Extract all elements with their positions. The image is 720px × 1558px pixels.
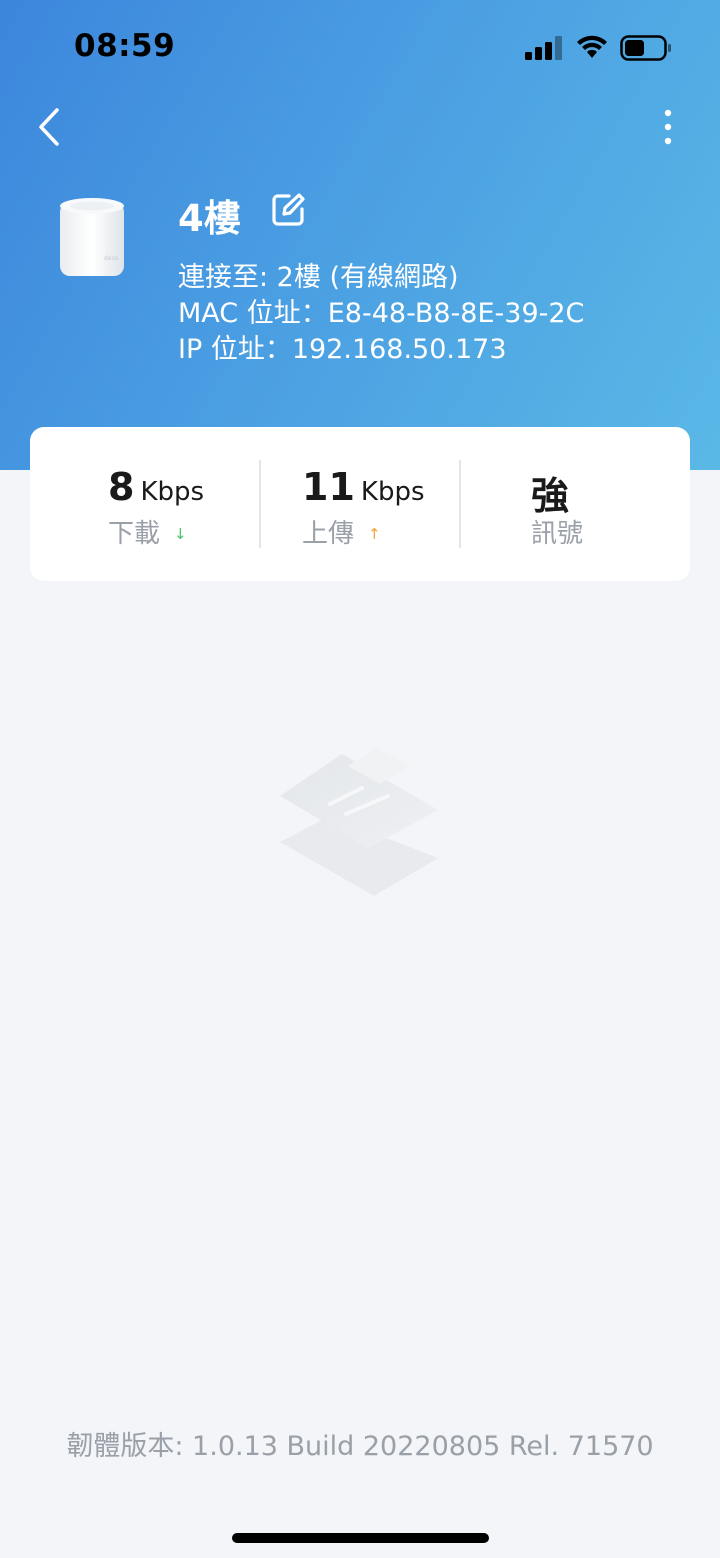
divider xyxy=(259,460,261,548)
connected-to-text: 連接至: 2樓 (有線網路) xyxy=(178,262,459,293)
download-unit: Kbps xyxy=(140,477,205,507)
signal-label: 訊號 xyxy=(531,519,584,549)
home-indicator[interactable] xyxy=(232,1533,489,1543)
upload-unit: Kbps xyxy=(360,477,425,507)
more-options-icon[interactable] xyxy=(652,104,684,150)
battery-icon xyxy=(620,35,671,61)
download-label: 下載 xyxy=(108,519,161,549)
status-time: 08:59 xyxy=(74,28,176,64)
signal-value: 強 xyxy=(531,474,570,518)
upload-label: 上傳 xyxy=(302,519,355,549)
signal-label-row: 訊號 xyxy=(531,513,583,550)
download-speed: 8 Kbps xyxy=(108,465,204,509)
upload-arrow-icon: ↑ xyxy=(368,525,381,543)
ip-address-text: IP 位址：192.168.50.173 xyxy=(178,334,507,365)
upload-label-row: 上傳 ↑ xyxy=(302,513,381,550)
download-value: 8 xyxy=(108,465,135,509)
divider xyxy=(459,460,461,548)
back-icon[interactable] xyxy=(30,104,70,150)
signal-strength: 強 xyxy=(531,465,569,520)
empty-state-icon xyxy=(280,748,438,896)
upload-value: 11 xyxy=(302,465,355,509)
edit-icon[interactable] xyxy=(270,192,306,228)
download-label-row: 下載 ↓ xyxy=(108,513,187,550)
svg-text:deco: deco xyxy=(104,255,119,262)
device-name: 4樓 xyxy=(178,197,241,240)
firmware-version: 韌體版本: 1.0.13 Build 20220805 Rel. 71570 xyxy=(66,1431,654,1462)
router-device-image: deco xyxy=(60,198,124,276)
wifi-icon xyxy=(577,35,607,58)
mac-address-text: MAC 位址：E8-48-B8-8E-39-2C xyxy=(178,298,585,329)
stats-card: 8 Kbps 下載 ↓ 11 Kbps 上傳 ↑ 強 訊號 xyxy=(30,427,690,581)
cellular-signal-icon xyxy=(525,36,562,60)
download-arrow-icon: ↓ xyxy=(174,525,187,543)
status-bar: 08:59 xyxy=(0,0,720,95)
upload-speed: 11 Kbps xyxy=(302,465,425,509)
